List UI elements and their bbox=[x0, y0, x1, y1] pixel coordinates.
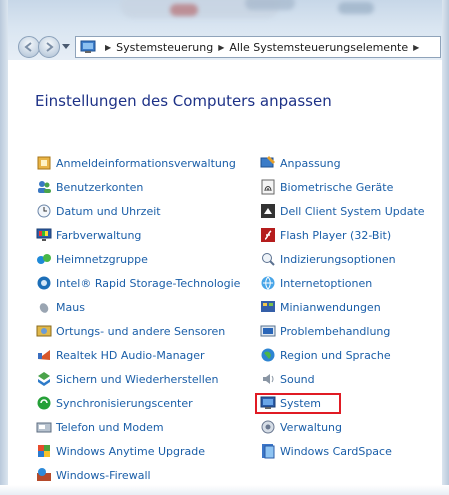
control-panel-item[interactable]: Ortungs- und andere Sensoren bbox=[36, 323, 225, 339]
address-bar[interactable]: ▶ Systemsteuerung ▶ Alle Systemsteuerung… bbox=[75, 36, 441, 58]
globe-icon bbox=[261, 348, 275, 362]
credential-icon bbox=[37, 156, 51, 170]
sensor-icon bbox=[36, 325, 52, 337]
window-bottom-border bbox=[0, 485, 449, 495]
control-panel-item-label: Anpassung bbox=[280, 156, 341, 170]
users-icon bbox=[38, 181, 51, 193]
control-panel-item[interactable]: Biometrische Geräte bbox=[260, 179, 393, 195]
control-panel-item-label: Windows CardSpace bbox=[280, 444, 392, 458]
control-panel-item-label: Sound bbox=[280, 372, 315, 386]
control-panel-item-label: Windows Anytime Upgrade bbox=[56, 444, 205, 458]
clock-icon bbox=[37, 204, 51, 218]
mouse-icon bbox=[39, 303, 49, 313]
control-panel-item-label: Indizierungsoptionen bbox=[280, 252, 396, 266]
back-button[interactable] bbox=[18, 36, 40, 58]
breadcrumb-separator-icon[interactable]: ▶ bbox=[218, 43, 224, 52]
control-panel-item-label: Region und Sprache bbox=[280, 348, 391, 362]
control-panel-item-label: Datum und Uhrzeit bbox=[56, 204, 161, 218]
control-panel-item-label: Flash Player (32-Bit) bbox=[280, 228, 392, 242]
breadcrumb-separator-icon[interactable]: ▶ bbox=[413, 43, 419, 52]
window-right-border bbox=[442, 0, 449, 495]
speaker-icon bbox=[263, 374, 274, 384]
control-panel-item[interactable]: Indizierungsoptionen bbox=[260, 251, 396, 267]
back-arrow-icon bbox=[24, 42, 32, 52]
control-panel-item-label: Ortungs- und andere Sensoren bbox=[56, 324, 226, 338]
firewall-icon bbox=[37, 468, 51, 481]
control-panel-item[interactable]: Realtek HD Audio-Manager bbox=[36, 347, 205, 363]
control-panel-item[interactable]: Benutzerkonten bbox=[36, 179, 143, 195]
control-panel-item[interactable]: Windows CardSpace bbox=[260, 443, 392, 459]
control-panel-icon bbox=[80, 40, 96, 53]
admin-tools-icon bbox=[261, 420, 275, 434]
color-monitor-icon bbox=[36, 228, 52, 241]
fingerprint-icon bbox=[261, 179, 275, 195]
search-index-icon bbox=[262, 253, 275, 266]
backup-icon bbox=[38, 372, 50, 386]
history-dropdown-icon[interactable] bbox=[62, 44, 70, 50]
control-panel-item[interactable]: Minianwendungen bbox=[260, 299, 381, 315]
control-panel-item-label: Telefon und Modem bbox=[56, 420, 164, 434]
control-panel-item[interactable]: Telefon und Modem bbox=[36, 419, 164, 435]
sync-icon bbox=[37, 396, 51, 410]
control-panel-item[interactable]: Synchronisierungscenter bbox=[36, 395, 193, 411]
control-panel-item-label: Windows-Firewall bbox=[56, 468, 151, 482]
control-panel-item-label: Intel® Rapid Storage-Technologie bbox=[56, 276, 241, 290]
internet-icon bbox=[261, 276, 275, 290]
audio-icon bbox=[38, 350, 50, 360]
control-panel-item[interactable]: Dell Client System Update bbox=[260, 203, 425, 219]
cardspace-icon bbox=[262, 444, 275, 459]
control-panel-item[interactable]: Problembehandlung bbox=[260, 323, 390, 339]
window-left-border bbox=[0, 0, 8, 495]
control-panel-item[interactable]: Farbverwaltung bbox=[36, 227, 141, 243]
windows-flag-icon bbox=[38, 445, 50, 457]
control-panel-item-label: Sichern und Wiederherstellen bbox=[56, 372, 219, 386]
breadcrumb-separator-icon[interactable]: ▶ bbox=[105, 43, 111, 52]
control-panel-item[interactable]: Intel® Rapid Storage-Technologie bbox=[36, 275, 240, 291]
control-panel-item-label: Synchronisierungscenter bbox=[56, 396, 193, 410]
forward-button[interactable] bbox=[38, 36, 60, 58]
control-panel-item[interactable]: Windows Anytime Upgrade bbox=[36, 443, 205, 459]
page-title: Einstellungen des Computers anpassen bbox=[35, 92, 332, 110]
control-panel-item[interactable]: Flash Player (32-Bit) bbox=[260, 227, 391, 243]
control-panel-item[interactable]: Windows-Firewall bbox=[36, 467, 151, 483]
control-panel-item[interactable]: Heimnetzgruppe bbox=[36, 251, 148, 267]
flash-icon bbox=[261, 228, 275, 242]
control-panel-item-label: Anmeldeinformationsverwaltung bbox=[56, 156, 236, 170]
control-panel-item[interactable]: Verwaltung bbox=[260, 419, 342, 435]
control-panel-item[interactable]: Datum und Uhrzeit bbox=[36, 203, 161, 219]
homegroup-icon bbox=[37, 254, 51, 264]
control-panel-item[interactable]: Sichern und Wiederherstellen bbox=[36, 371, 219, 387]
control-panel-item[interactable]: Anpassung bbox=[260, 155, 341, 171]
control-panel-item[interactable]: Maus bbox=[36, 299, 85, 315]
highlight-box bbox=[255, 393, 341, 414]
control-panel-item-label: Biometrische Geräte bbox=[280, 180, 394, 194]
control-panel-item-label: Dell Client System Update bbox=[280, 204, 425, 218]
personalize-icon bbox=[260, 156, 275, 168]
control-panel-item-label: Maus bbox=[56, 300, 85, 314]
control-panel-item-label: Internetoptionen bbox=[280, 276, 373, 290]
control-panel-item-label: Farbverwaltung bbox=[56, 228, 142, 242]
phone-icon bbox=[36, 422, 52, 433]
control-panel-item-label: Problembehandlung bbox=[280, 324, 391, 338]
control-panel-item[interactable]: Sound bbox=[260, 371, 315, 387]
forward-arrow-icon bbox=[46, 42, 54, 52]
control-panel-item-label: Benutzerkonten bbox=[56, 180, 144, 194]
gadgets-icon bbox=[261, 301, 275, 312]
control-panel-item-label: Heimnetzgruppe bbox=[56, 252, 148, 266]
intel-icon bbox=[37, 276, 51, 290]
control-panel-item-label: Minianwendungen bbox=[280, 300, 381, 314]
troubleshoot-icon bbox=[260, 325, 276, 337]
control-panel-item[interactable]: Anmeldeinformationsverwaltung bbox=[36, 155, 236, 171]
dell-icon bbox=[261, 204, 275, 218]
control-panel-item-label: Realtek HD Audio-Manager bbox=[56, 348, 205, 362]
breadcrumb-item[interactable]: Systemsteuerung bbox=[116, 41, 213, 54]
control-panel-item[interactable]: Internetoptionen bbox=[260, 275, 372, 291]
control-panel-item-label: Verwaltung bbox=[280, 420, 342, 434]
breadcrumb-item[interactable]: Alle Systemsteuerungselemente bbox=[229, 41, 408, 54]
control-panel-item[interactable]: Region und Sprache bbox=[260, 347, 391, 363]
